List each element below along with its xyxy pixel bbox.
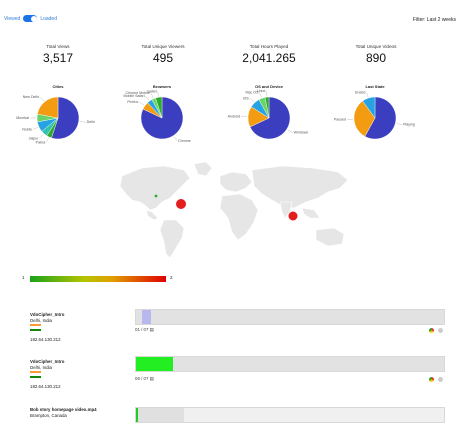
pie-slice-label: Delhi [87, 120, 95, 124]
session-ip: 182.64.130.212 [30, 384, 61, 389]
video-title[interactable]: VdoCipher_Intro [30, 359, 64, 365]
pie-slice-label: Patna [36, 140, 45, 144]
world-map[interactable] [102, 158, 364, 266]
pie-leader-line [366, 92, 369, 98]
session-progress-fill [142, 310, 152, 324]
pie-slice-label: Linux [257, 89, 266, 93]
pie-slice-label: Ended [355, 90, 365, 94]
pie-slice-label: Chrome [178, 139, 191, 143]
list-icon: ▤ [149, 327, 154, 332]
india-flag-icon [30, 324, 41, 331]
pie-leader-line [79, 121, 86, 123]
india-flag-icon [30, 371, 41, 378]
pie-slice-label: Firefox [127, 100, 138, 104]
pie-slice-label: Windows [294, 130, 309, 134]
session-progress-fill [136, 357, 173, 371]
video-title[interactable]: VdoCipher_Intro [30, 312, 64, 318]
pie-leader-line [139, 102, 145, 106]
session-ip: 182.64.130.212 [30, 337, 61, 342]
video-title[interactable]: Bob story homepage video.mp4 [30, 407, 97, 413]
map-legend-gradient [30, 276, 166, 282]
session-progress-track[interactable] [135, 309, 445, 325]
stat-label: Total Unique Viewers [141, 44, 185, 49]
chrome-icon [429, 377, 434, 382]
stat-label: Total Hours Played [249, 44, 289, 49]
loaded-label: Loaded [40, 15, 57, 22]
session-info: VdoCipher_Intro Delhi, India [30, 312, 64, 323]
pie-slice-label: New Delhi [23, 95, 40, 99]
position-text: 06 / 07 [135, 376, 149, 381]
pie-leader-line [39, 134, 44, 139]
pie-slice-label: Playing [403, 123, 415, 127]
pie-leader-line [45, 137, 49, 143]
pie-slice-label: Paused [334, 118, 346, 122]
pie-slice-label: Safari [147, 89, 157, 93]
stat-label: Total Unique Videos [355, 44, 397, 49]
list-icon: ▤ [149, 376, 154, 381]
map-point-usa[interactable] [176, 199, 186, 209]
stat-value: 3,517 [42, 51, 74, 65]
pie-slice-label: iOS [243, 96, 250, 100]
stat-value: 495 [152, 51, 174, 65]
pie-leader-line [396, 123, 403, 125]
pie-charts: Delhi PatnaJaipur Noida Mumbai New Delhi Chro… [16, 89, 415, 144]
sessions-list: VdoCipher_Intro Delhi, India 182.64.130.… [0, 300, 464, 428]
pie-slice-label: Chrome Mobile [126, 91, 150, 95]
stat-label: Total Views [46, 44, 70, 49]
pie-leader-line [266, 91, 268, 97]
session-progress-track[interactable] [135, 356, 445, 372]
pie-leader-line [150, 93, 154, 98]
device-icon [438, 328, 443, 333]
filter-label[interactable]: Filter: Last 2 weeks [413, 17, 456, 23]
pie-leader-line [145, 96, 150, 101]
session-progress-track[interactable] [135, 407, 445, 423]
pie-leader-line [249, 98, 255, 103]
stat-value: 890 [365, 51, 387, 65]
session-position: 01 / 07 ▤ [135, 327, 154, 333]
legend-min: 1 [22, 275, 25, 280]
pie-leader-line [259, 92, 262, 98]
map-point-india[interactable] [288, 211, 298, 221]
stat-unique-videos: Total Unique Videos 890 [331, 44, 421, 65]
chrome-icon [429, 328, 434, 333]
position-text: 01 / 07 [135, 327, 149, 332]
legend-max: 2 [170, 275, 173, 280]
pie-slice-label: Mumbai [16, 116, 29, 120]
stat-value: 2,041.265 [242, 51, 296, 65]
session-position: 06 / 07 ▤ [135, 376, 154, 382]
session-progress-fill [138, 408, 185, 422]
pie-leader-line [40, 97, 45, 102]
session-location: Delhi, India [30, 364, 52, 370]
session-info: VdoCipher_Intro Delhi, India [30, 359, 64, 370]
pie-slice-label: Noida [22, 127, 31, 131]
pie-leader-line [32, 127, 39, 130]
world-map-svg [119, 161, 349, 259]
toggle-switch[interactable] [23, 15, 38, 22]
map-point-small[interactable] [154, 194, 158, 198]
session-info: Bob story homepage video.mp4 Brampton, C… [30, 407, 97, 418]
device-icon [438, 377, 443, 382]
pie-leader-line [157, 91, 159, 97]
session-location: Delhi, India [30, 317, 52, 323]
pie-slice-label: Android [228, 114, 240, 118]
stat-hours-played: Total Hours Played 2,041.265 [224, 44, 314, 65]
pie-leader-line [173, 136, 178, 141]
pie-leader-line [287, 129, 293, 133]
stat-unique-viewers: Total Unique Viewers 495 [118, 44, 208, 65]
session-location: Brampton, Canada [30, 412, 67, 418]
viewed-loaded-toggle[interactable]: Viewed Loaded [4, 15, 57, 22]
pie-slice[interactable] [37, 96, 59, 119]
viewed-label: Viewed [4, 15, 21, 22]
stat-total-views: Total Views 3,517 [13, 44, 103, 65]
pie-slice-label: Jaipur [29, 136, 40, 140]
